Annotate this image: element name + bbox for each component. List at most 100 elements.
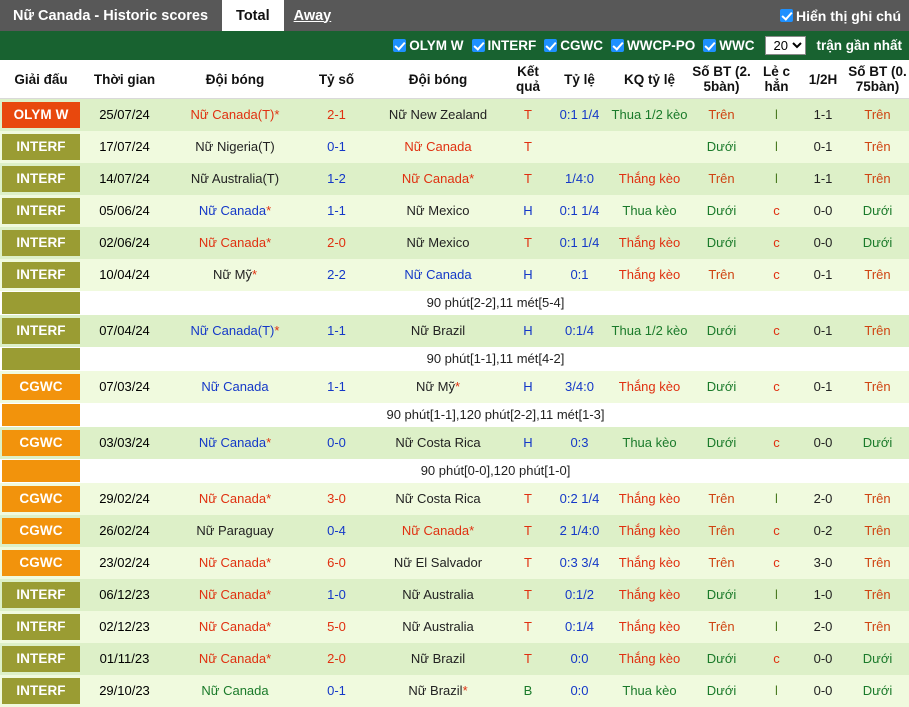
- match-score[interactable]: 0-0: [303, 427, 370, 460]
- match-score[interactable]: 0-4: [303, 515, 370, 548]
- away-team[interactable]: Nữ Costa Rica: [370, 427, 506, 460]
- match-score[interactable]: 1-1: [303, 195, 370, 228]
- col-header-league[interactable]: Giải đấu: [0, 60, 82, 100]
- tab-total[interactable]: Total: [222, 0, 284, 31]
- league-cell[interactable]: INTERF: [0, 227, 82, 260]
- checkbox-wwc[interactable]: [703, 39, 717, 52]
- table-row[interactable]: INTERF 10/04/24 Nữ Mỹ* 2-2 Nữ Canada H 0:1 Thắn…: [0, 259, 909, 292]
- home-team[interactable]: Nữ Paraguay: [167, 515, 303, 548]
- away-team[interactable]: Nữ Canada: [370, 131, 506, 164]
- home-team[interactable]: Nữ Nigeria(T): [167, 131, 303, 164]
- filter-wwcp-po[interactable]: WWCP-PO: [611, 38, 695, 53]
- table-row[interactable]: CGWC 07/03/24 Nữ Canada 1-1 Nữ Mỹ* H 3/4:0 Thắn…: [0, 371, 909, 404]
- match-score[interactable]: 2-0: [303, 227, 370, 260]
- table-row[interactable]: CGWC 03/03/24 Nữ Canada* 0-0 Nữ Costa Rica H 0…: [0, 427, 909, 460]
- league-cell[interactable]: INTERF: [0, 643, 82, 676]
- table-row[interactable]: INTERF 17/07/24 Nữ Nigeria(T) 0-1 Nữ Canada T…: [0, 131, 909, 164]
- home-team[interactable]: Nữ Canada: [167, 371, 303, 404]
- league-cell[interactable]: CGWC: [0, 371, 82, 404]
- away-team[interactable]: Nữ Mexico: [370, 195, 506, 228]
- away-team[interactable]: Nữ Brazil: [370, 315, 506, 348]
- match-score[interactable]: 2-1: [303, 98, 370, 132]
- away-team[interactable]: Nữ El Salvador: [370, 547, 506, 580]
- home-team[interactable]: Nữ Canada(T)*: [167, 98, 303, 132]
- away-team[interactable]: Nữ Australia: [370, 611, 506, 644]
- match-score[interactable]: 0-1: [303, 675, 370, 707]
- home-team[interactable]: Nữ Australia(T): [167, 163, 303, 196]
- home-team[interactable]: Nữ Canada*: [167, 611, 303, 644]
- col-header-score[interactable]: Tỷ số: [303, 60, 370, 100]
- match-score[interactable]: 5-0: [303, 611, 370, 644]
- checkbox-interf[interactable]: [471, 39, 485, 52]
- home-team[interactable]: Nữ Canada(T)*: [167, 315, 303, 348]
- col-header-away[interactable]: Đội bóng: [370, 60, 506, 100]
- match-score[interactable]: 0-1: [303, 131, 370, 164]
- table-row[interactable]: INTERF 01/11/23 Nữ Canada* 2-0 Nữ Brazil T 0:0…: [0, 643, 909, 676]
- table-row[interactable]: CGWC 29/02/24 Nữ Canada* 3-0 Nữ Costa Rica T 0…: [0, 483, 909, 516]
- table-row[interactable]: INTERF 02/06/24 Nữ Canada* 2-0 Nữ Mexico T 0:1…: [0, 227, 909, 260]
- match-score[interactable]: 2-2: [303, 259, 370, 292]
- league-cell[interactable]: INTERF: [0, 579, 82, 612]
- away-team[interactable]: Nữ Brazil*: [370, 675, 506, 707]
- table-row[interactable]: INTERF 07/04/24 Nữ Canada(T)* 1-1 Nữ Brazil H…: [0, 315, 909, 348]
- match-score[interactable]: 3-0: [303, 483, 370, 516]
- home-team[interactable]: Nữ Canada*: [167, 195, 303, 228]
- home-team[interactable]: Nữ Mỹ*: [167, 259, 303, 292]
- away-team[interactable]: Nữ Mexico: [370, 227, 506, 260]
- match-score[interactable]: 2-0: [303, 643, 370, 676]
- table-row[interactable]: CGWC 23/02/24 Nữ Canada* 6-0 Nữ El Salvador T…: [0, 547, 909, 580]
- table-row[interactable]: INTERF 05/06/24 Nữ Canada* 1-1 Nữ Mexico H 0:1…: [0, 195, 909, 228]
- checkbox-cgwc[interactable]: [544, 39, 558, 52]
- away-team[interactable]: Nữ Brazil: [370, 643, 506, 676]
- checkbox-wwcp-po[interactable]: [611, 39, 624, 52]
- table-row[interactable]: INTERF 29/10/23 Nữ Canada 0-1 Nữ Brazil* B 0:0…: [0, 675, 909, 707]
- col-header-time[interactable]: Thời gian: [82, 60, 167, 100]
- league-cell[interactable]: INTERF: [0, 315, 82, 348]
- table-row[interactable]: OLYM W 25/07/24 Nữ Canada(T)* 2-1 Nữ New Zea…: [0, 98, 909, 132]
- league-cell[interactable]: INTERF: [0, 259, 82, 292]
- col-header-halftime[interactable]: 1/2H: [800, 60, 846, 100]
- league-cell[interactable]: CGWC: [0, 547, 82, 580]
- home-team[interactable]: Nữ Canada*: [167, 547, 303, 580]
- show-notes-checkbox[interactable]: [780, 9, 793, 22]
- col-header-odds[interactable]: Tỷ lệ: [550, 60, 609, 100]
- col-header-result[interactable]: Kết quả: [506, 60, 550, 100]
- league-cell[interactable]: OLYM W: [0, 98, 82, 132]
- league-cell[interactable]: CGWC: [0, 427, 82, 460]
- filter-olym-w[interactable]: OLYM W: [393, 38, 464, 53]
- away-team[interactable]: Nữ Canada: [370, 259, 506, 292]
- tab-away[interactable]: Away: [284, 0, 342, 31]
- table-row[interactable]: INTERF 06/12/23 Nữ Canada* 1-0 Nữ Australia T…: [0, 579, 909, 612]
- col-header-odds-res[interactable]: KQ tỷ lệ: [609, 60, 690, 100]
- away-team[interactable]: Nữ Canada*: [370, 163, 506, 196]
- table-row[interactable]: INTERF 14/07/24 Nữ Australia(T) 1-2 Nữ Canad…: [0, 163, 909, 196]
- col-header-ou-25[interactable]: Số BT (2. 5bàn): [690, 60, 753, 100]
- home-team[interactable]: Nữ Canada*: [167, 227, 303, 260]
- match-score[interactable]: 1-2: [303, 163, 370, 196]
- home-team[interactable]: Nữ Canada*: [167, 579, 303, 612]
- col-header-home[interactable]: Đội bóng: [167, 60, 303, 100]
- filter-interf[interactable]: INTERF: [471, 38, 536, 53]
- filter-cgwc[interactable]: CGWC: [544, 38, 603, 53]
- home-team[interactable]: Nữ Canada: [167, 675, 303, 707]
- home-team[interactable]: Nữ Canada*: [167, 483, 303, 516]
- table-row[interactable]: CGWC 26/02/24 Nữ Paraguay 0-4 Nữ Canada* T 2 1…: [0, 515, 909, 548]
- away-team[interactable]: Nữ New Zealand: [370, 98, 506, 132]
- away-team[interactable]: Nữ Mỹ*: [370, 371, 506, 404]
- match-score[interactable]: 1-1: [303, 371, 370, 404]
- away-team[interactable]: Nữ Costa Rica: [370, 483, 506, 516]
- league-cell[interactable]: INTERF: [0, 163, 82, 196]
- match-count-select[interactable]: 10203050: [765, 36, 807, 55]
- away-team[interactable]: Nữ Canada*: [370, 515, 506, 548]
- match-score[interactable]: 1-1: [303, 315, 370, 348]
- league-cell[interactable]: INTERF: [0, 675, 82, 707]
- league-cell[interactable]: INTERF: [0, 195, 82, 228]
- home-team[interactable]: Nữ Canada*: [167, 643, 303, 676]
- col-header-oddeven[interactable]: Lẻ c hẳn: [753, 60, 800, 100]
- filter-wwc[interactable]: WWC: [703, 38, 754, 53]
- league-cell[interactable]: CGWC: [0, 483, 82, 516]
- home-team[interactable]: Nữ Canada*: [167, 427, 303, 460]
- checkbox-olym-w[interactable]: [393, 39, 407, 52]
- col-header-ou-075[interactable]: Số BT (0. 75bàn): [846, 60, 909, 100]
- away-team[interactable]: Nữ Australia: [370, 579, 506, 612]
